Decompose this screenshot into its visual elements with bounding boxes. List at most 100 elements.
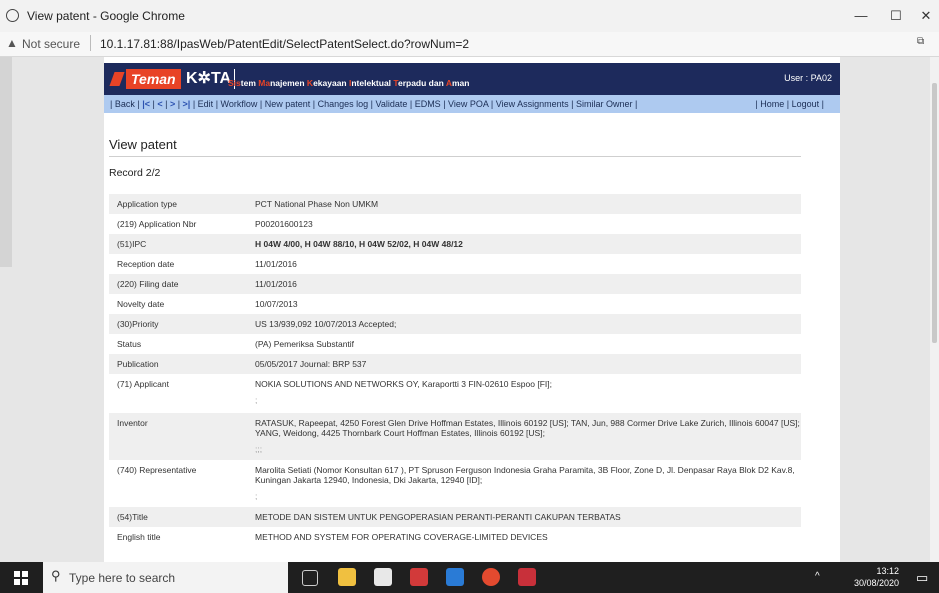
page-viewport: Teman K✲TA Sistem Manajemen Kekayaan Int…	[0, 57, 930, 562]
tagline-initial: Ma	[258, 78, 271, 88]
detail-value: 05/05/2017 Journal: BRP 537	[249, 354, 801, 374]
detail-value-text: 11/01/2016	[255, 259, 297, 269]
notification-icon[interactable]: ▭	[916, 570, 928, 586]
nav-link-11[interactable]: View POA	[448, 99, 488, 109]
search-placeholder: Type here to search	[69, 571, 176, 585]
detail-row: Publication 05/05/2017 Journal: BRP 537	[109, 354, 801, 374]
detail-value-text: METHOD AND SYSTEM FOR OPERATING COVERAGE…	[255, 532, 548, 542]
nav-link-10[interactable]: EDMS	[415, 99, 441, 109]
detail-row: (220) Filing date 11/01/2016	[109, 274, 801, 294]
vertical-scrollbar[interactable]	[930, 57, 939, 562]
detail-value: H 04W 4/00, H 04W 88/10, H 04W 52/02, H …	[249, 234, 801, 254]
detail-value: RATASUK, Rapeepat, 4250 Forest Glen Driv…	[249, 413, 801, 460]
page-content: Teman K✲TA Sistem Manajemen Kekayaan Int…	[104, 57, 840, 562]
detail-value-text: PCT National Phase Non UMKM	[255, 199, 379, 209]
record-counter: Record 2/2	[109, 167, 161, 179]
detail-value: P00201600123	[249, 214, 801, 234]
store-icon[interactable]	[374, 568, 392, 586]
nav-link-12[interactable]: View Assignments	[496, 99, 569, 109]
tagline-word: tem	[240, 78, 259, 88]
nav-link-7[interactable]: New patent	[265, 99, 311, 109]
detail-row: (71) Applicant NOKIA SOLUTIONS AND NETWOR…	[109, 374, 801, 413]
tagline-word: man	[451, 78, 470, 88]
detail-row: Application type PCT National Phase Non U…	[109, 194, 801, 214]
detail-value-text: 11/01/2016	[255, 279, 297, 289]
detail-row: (54)Title METODE DAN SISTEM UNTUK PENGOPE…	[109, 507, 801, 527]
detail-row: Reception date 11/01/2016	[109, 254, 801, 274]
close-button[interactable]: ✕	[910, 4, 939, 28]
detail-value: METHOD AND SYSTEM FOR OPERATING COVERAGE…	[249, 527, 801, 547]
nav-link-2[interactable]: <	[157, 99, 162, 109]
globe-icon	[6, 9, 19, 22]
app-shield-icon[interactable]	[518, 568, 536, 586]
patent-detail-table: Application type PCT National Phase Non U…	[109, 194, 801, 547]
clock-time: 13:12	[876, 566, 899, 576]
detail-value-text: Marolita Setiati (Nomor Konsultan 617 ),…	[255, 465, 795, 485]
detail-row: (740) Representative Marolita Setiati (No…	[109, 460, 801, 507]
detail-value: 10/07/2013	[249, 294, 801, 314]
maximize-button[interactable]: ☐	[880, 4, 912, 28]
logo-slash-icon	[109, 72, 125, 86]
search-icon: ⚲	[51, 568, 61, 583]
nav-link-13[interactable]: Similar Owner	[576, 99, 633, 109]
windows-taskbar: ⚲ Type here to search ^ 13:12 30/08/2020…	[0, 562, 939, 593]
taskbar-search-box[interactable]: ⚲ Type here to search	[43, 562, 288, 593]
detail-value: PCT National Phase Non UMKM	[249, 194, 801, 214]
scrollbar-thumb[interactable]	[932, 83, 937, 343]
detail-value: 11/01/2016	[249, 274, 801, 294]
system-clock[interactable]: 13:12 30/08/2020	[854, 566, 899, 588]
tagline-word: ntelektual	[351, 78, 394, 88]
security-label[interactable]: Not secure	[22, 37, 80, 51]
detail-value-text: 05/05/2017 Journal: BRP 537	[255, 359, 367, 369]
address-bar[interactable]: ▲ Not secure 10.1.17.81:88/IpasWeb/Paten…	[0, 32, 939, 57]
detail-label: Inventor	[109, 413, 249, 460]
detail-value-text: METODE DAN SISTEM UNTUK PENGOPERASIAN PE…	[255, 512, 621, 522]
detail-label: (30)Priority	[109, 314, 249, 334]
detail-label: (71) Applicant	[109, 374, 249, 413]
nav-link-9[interactable]: Validate	[375, 99, 407, 109]
detail-label: (219) Application Nbr	[109, 214, 249, 234]
page-title: View patent	[109, 137, 177, 152]
tagline-word: ekayaan	[313, 78, 349, 88]
window-title: View patent - Google Chrome	[27, 9, 185, 23]
windows-start-icon[interactable]	[14, 571, 28, 585]
nav-link-5[interactable]: Edit	[198, 99, 214, 109]
detail-value: METODE DAN SISTEM UNTUK PENGOPERASIAN PE…	[249, 507, 801, 527]
nav-link-1[interactable]: |<	[142, 99, 150, 109]
tagline-word: erpadu dan	[397, 78, 446, 88]
translate-icon[interactable]: ⧉	[917, 36, 933, 51]
nav-right-link-0[interactable]: Home	[760, 99, 784, 109]
minimize-button[interactable]: —	[845, 4, 877, 28]
detail-label: Status	[109, 334, 249, 354]
tagline-initial: Sis	[228, 78, 241, 88]
detail-value-text: NOKIA SOLUTIONS AND NETWORKS OY, Karapor…	[255, 379, 552, 389]
tray-chevron-icon[interactable]: ^	[815, 571, 820, 582]
chrome-title-bar: View patent - Google Chrome — ☐ ✕	[0, 0, 939, 32]
chrome-icon[interactable]	[482, 568, 500, 586]
warning-icon[interactable]: ▲	[6, 36, 18, 50]
left-strip	[0, 57, 12, 267]
detail-label: (54)Title	[109, 507, 249, 527]
url-text[interactable]: 10.1.17.81:88/IpasWeb/PatentEdit/SelectP…	[100, 37, 469, 51]
detail-label: Novelty date	[109, 294, 249, 314]
logo-teman: Teman	[126, 69, 181, 89]
detail-sub-text: ;	[255, 395, 258, 405]
detail-label: Reception date	[109, 254, 249, 274]
nav-link-4[interactable]: >|	[183, 99, 191, 109]
task-view-icon[interactable]	[302, 570, 318, 586]
nav-link-3[interactable]: >	[170, 99, 175, 109]
nav-link-6[interactable]: Workflow	[221, 99, 258, 109]
mcafee-icon[interactable]	[410, 568, 428, 586]
detail-value: Marolita Setiati (Nomor Konsultan 617 ),…	[249, 460, 801, 507]
nav-link-0[interactable]: Back	[115, 99, 135, 109]
detail-sub-text: ;;;	[255, 444, 263, 454]
detail-row: (30)Priority US 13/939,092 10/07/2013 Acc…	[109, 314, 801, 334]
detail-value: NOKIA SOLUTIONS AND NETWORKS OY, Karapor…	[249, 374, 801, 413]
file-explorer-icon[interactable]	[338, 568, 356, 586]
mail-icon[interactable]	[446, 568, 464, 586]
detail-row: Novelty date 10/07/2013	[109, 294, 801, 314]
nav-link-8[interactable]: Changes log	[318, 99, 369, 109]
detail-label: (740) Representative	[109, 460, 249, 507]
detail-value-text: H 04W 4/00, H 04W 88/10, H 04W 52/02, H …	[255, 239, 463, 249]
nav-right-link-1[interactable]: Logout	[792, 99, 820, 109]
